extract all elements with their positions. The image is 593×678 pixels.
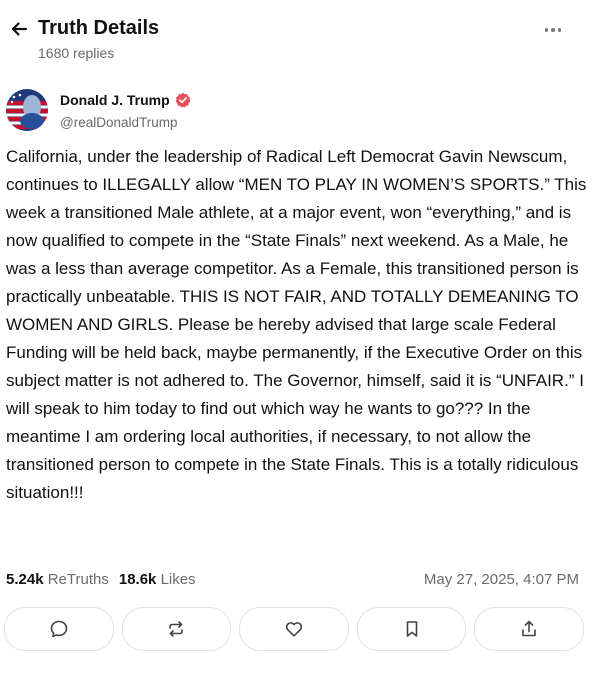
author-name-row[interactable]: Donald J. Trump — [60, 92, 191, 108]
bookmark-button[interactable] — [356, 607, 467, 651]
bookmark-icon — [406, 621, 417, 637]
retruths-stat[interactable]: 5.24k ReTruths — [6, 571, 109, 588]
author-handle[interactable]: @realDonaldTrump — [60, 115, 178, 130]
retruth-button[interactable] — [121, 607, 232, 651]
reply-button[interactable] — [4, 607, 114, 651]
likes-stat[interactable]: 18.6k Likes — [119, 571, 196, 588]
action-bar — [4, 607, 584, 651]
arrow-left-icon — [11, 22, 28, 36]
post-body: California, under the leadership of Radi… — [6, 147, 587, 502]
verified-badge-icon — [175, 92, 191, 108]
more-options-button[interactable] — [541, 22, 565, 38]
page-header: Truth Details 1680 replies — [0, 0, 593, 80]
retruths-label: ReTruths — [47, 571, 109, 588]
likes-label: Likes — [160, 571, 196, 588]
more-horizontal-icon — [544, 28, 549, 32]
author-name: Donald J. Trump — [60, 92, 170, 108]
heart-icon — [285, 622, 303, 637]
post-timestamp: May 27, 2025, 4:07 PM — [423, 571, 579, 588]
post-stats: 5.24k ReTruths 18.6k Likes — [6, 571, 196, 588]
like-button[interactable] — [239, 607, 349, 651]
reply-count: 1680 replies — [38, 45, 115, 61]
avatar[interactable] — [6, 89, 48, 131]
comment-icon — [50, 620, 68, 638]
back-button[interactable] — [8, 18, 30, 40]
likes-count: 18.6k — [118, 571, 157, 588]
share-button[interactable] — [474, 607, 584, 651]
post-author: Donald J. Trump @realDonaldTrump — [6, 89, 586, 135]
share-icon — [522, 620, 536, 637]
repost-icon — [169, 621, 184, 637]
page-title: Truth Details — [38, 17, 160, 39]
retruths-count: 5.24k — [6, 571, 44, 588]
